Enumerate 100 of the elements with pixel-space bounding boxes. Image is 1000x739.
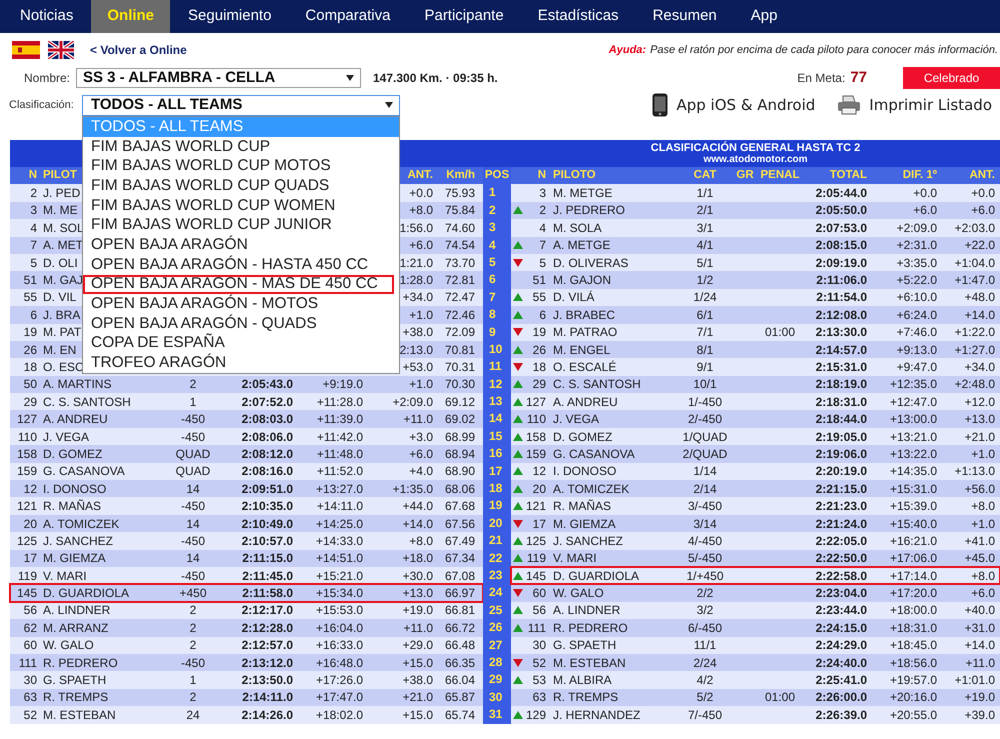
dropdown-option[interactable]: FIM BAJAS WORLD CUP QUADS: [83, 176, 399, 196]
table-cell: +16:33.0: [316, 638, 363, 652]
nav-tab[interactable]: App: [734, 0, 794, 33]
nav-tab[interactable]: Estadísticas: [522, 0, 635, 33]
dropdown-option[interactable]: FIM BAJAS WORLD CUP: [83, 136, 399, 156]
table-cell: +11.0: [966, 656, 995, 670]
table-cell: +19:57.0: [890, 673, 937, 688]
table-cell: 63: [532, 690, 546, 704]
table-cell: 3/14: [693, 516, 717, 531]
table-cell: +20:55.0: [890, 708, 937, 722]
app-link[interactable]: App iOS & Android: [676, 94, 816, 116]
dropdown-option[interactable]: OPEN BAJA ARAGÓN: [83, 235, 399, 255]
table-cell: +38.0: [402, 673, 433, 688]
table-cell: +16:48.0: [316, 656, 363, 670]
table-cell: +2:03.0: [954, 220, 995, 235]
table-cell: +14:11.0: [316, 499, 363, 514]
table-cell: W. GALO: [43, 638, 94, 652]
stage-select[interactable]: SS 3 - ALFAMBRA - CELLA: [76, 68, 361, 88]
table-cell: 55: [532, 290, 546, 304]
table-cell: +1.0: [409, 377, 433, 392]
dropdown-option[interactable]: FIM BAJAS WORLD CUP JUNIOR: [83, 215, 399, 236]
position-cell-text: 4: [488, 236, 497, 254]
table-cell: QUAD: [176, 464, 210, 478]
table-cell: 2:20:19.0: [816, 464, 867, 478]
position-cell-text: 12: [488, 376, 504, 393]
table-cell: +21.0: [964, 430, 995, 444]
table-cell: +3:35.0: [896, 256, 937, 270]
caret-icon: [385, 102, 393, 108]
table-cell: 2:18:44.0: [816, 412, 867, 426]
table-cell: 2: [190, 638, 196, 652]
classification-select[interactable]: TODOS - ALL TEAMS: [82, 94, 400, 116]
dropdown-option[interactable]: OPEN BAJA ARAGÓN - MOTOS: [83, 294, 399, 314]
dropdown-option[interactable]: OPEN BAJA ARAGON - MAS DE 450 CC: [83, 274, 394, 294]
print-link[interactable]: Imprimir Listado: [869, 94, 992, 116]
table-cell: 2:09:51.0: [242, 482, 293, 496]
nav-tab[interactable]: Noticias: [4, 0, 90, 33]
position-cell-text: 30: [488, 688, 504, 706]
table-cell: 119: [526, 551, 546, 566]
table-cell: C. S. SANTOSH: [43, 394, 131, 409]
table-cell: +0.0: [913, 186, 937, 200]
dropdown-option[interactable]: OPEN BAJA ARAGÓN - HASTA 450 CC: [83, 254, 399, 274]
table-cell: 111: [18, 656, 37, 670]
table-cell: 55: [24, 290, 37, 304]
table-cell: +4.0: [409, 464, 433, 478]
table-cell: +14.0: [964, 308, 995, 322]
table-cell: 5: [30, 256, 37, 270]
dropdown-option[interactable]: COPA DE ESPAÑA: [83, 334, 399, 354]
table-cell: 158: [16, 446, 37, 461]
table-cell: 26: [532, 342, 546, 357]
table-cell: 158: [526, 430, 546, 444]
table-cell: +14:33.0: [316, 534, 363, 548]
column-header: PENAL: [760, 169, 800, 182]
table-cell: 2:11:54.0: [816, 290, 867, 304]
table-cell: C. S. SANTOSH: [553, 377, 641, 392]
table-cell: 2:24:15.0: [816, 620, 867, 635]
table-cell: 2:24:40.0: [816, 656, 867, 670]
table-cell: 1/-450: [688, 394, 722, 409]
table-cell: D. OLI: [43, 256, 78, 270]
table-cell: R. TREMPS: [553, 690, 618, 704]
table-cell: 2:10:49.0: [242, 516, 293, 531]
column-header: POS: [484, 168, 510, 183]
table-cell: 2:12:28.0: [242, 620, 293, 635]
table-subtitle: www.atodomotor.com: [703, 154, 808, 166]
position-cell-text: 16: [488, 445, 504, 462]
position-cell-text: 2: [488, 202, 497, 219]
caret-icon: [346, 75, 354, 81]
up-triangle-icon: [513, 346, 523, 354]
table-cell: G. SPAETH: [43, 673, 106, 688]
table-cell: +16:21.0: [890, 534, 937, 548]
table-cell: M. ARRANZ: [43, 620, 108, 635]
table-cell: 1:21.0: [400, 256, 433, 270]
help-label: Ayuda:: [608, 42, 646, 58]
table-cell: 11/1: [694, 638, 716, 652]
down-triangle-icon: [513, 520, 523, 528]
dropdown-option[interactable]: OPEN BAJA ARAGÓN - QUADS: [83, 314, 399, 334]
table-cell: M. SOLA: [553, 220, 602, 235]
position-cell-text: 7: [488, 288, 497, 306]
table-cell: 68.99: [444, 430, 475, 444]
nav-tab[interactable]: Participante: [408, 0, 520, 33]
table-cell: +15:53.0: [316, 603, 363, 618]
table-cell: 69.12: [444, 394, 475, 409]
dropdown-option[interactable]: FIM BAJAS WORLD CUP MOTOS: [83, 156, 399, 176]
nav-tab[interactable]: Resumen: [636, 0, 733, 33]
table-cell: +2:09.0: [896, 220, 937, 235]
table-cell: 67.68: [444, 499, 475, 514]
column-header: DIF. 1º: [902, 169, 937, 182]
table-cell: +18:00.0: [890, 603, 937, 618]
table-cell: +450: [179, 586, 207, 600]
down-triangle-icon: [513, 362, 523, 371]
nav-tab[interactable]: Comparativa: [289, 0, 406, 33]
dropdown-option[interactable]: TROFEO ARAGÓN: [83, 353, 399, 373]
status-button[interactable]: Celebrado: [903, 67, 1000, 89]
dropdown-option[interactable]: FIM BAJAS WORLD CUP WOMEN: [83, 196, 399, 216]
table-cell: +34.0: [402, 290, 433, 304]
phone-icon: [652, 93, 668, 117]
back-link[interactable]: < Volver a Online: [90, 41, 187, 59]
table-cell: +1:27.0: [954, 342, 995, 357]
nav-tab[interactable]: Online: [91, 0, 170, 33]
table-cell: +14:25.0: [316, 516, 363, 531]
nav-tab[interactable]: Seguimiento: [172, 0, 288, 33]
